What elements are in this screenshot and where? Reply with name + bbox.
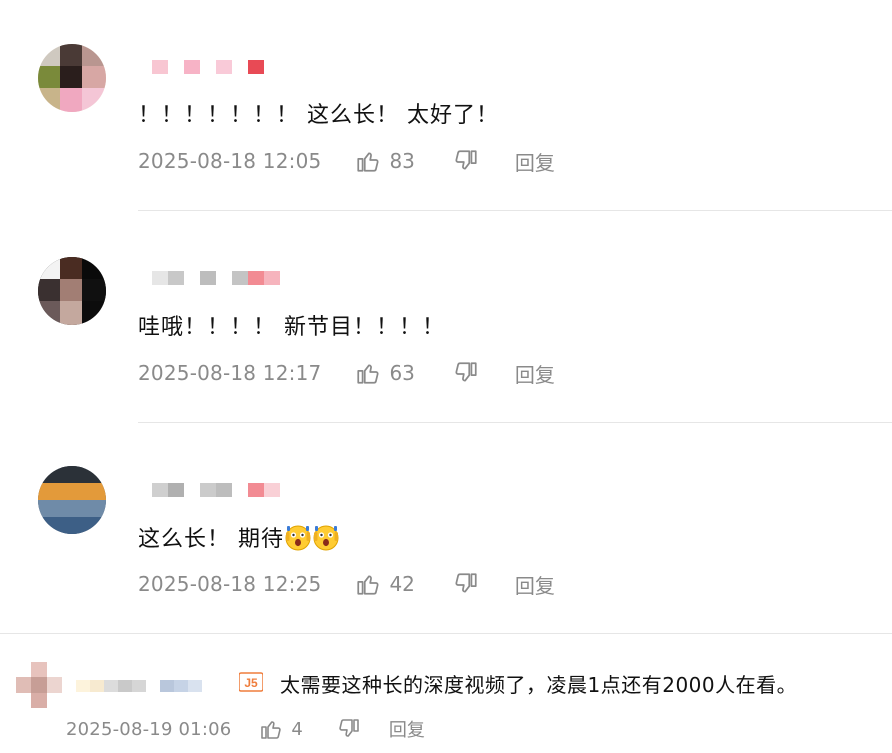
svg-text:J5: J5 — [244, 676, 258, 690]
comment-text: 这么长！ 期待 — [138, 523, 340, 555]
like-count: 83 — [389, 149, 415, 173]
thumbs-up-icon — [261, 721, 282, 739]
like-button[interactable]: 4 — [259, 717, 303, 741]
avatar-image — [38, 257, 106, 325]
thumbs-up-icon — [357, 364, 379, 384]
like-button[interactable]: 83 — [355, 148, 415, 174]
name-pixel — [248, 483, 264, 497]
name-pixel — [146, 680, 160, 692]
name-pixel — [168, 271, 184, 285]
divider — [138, 422, 892, 423]
comment-text: 哇哦！！！！ 新节目！！！！ — [138, 315, 445, 340]
divider — [138, 210, 892, 211]
avatar[interactable] — [38, 466, 106, 534]
shocked-emoji-icon — [285, 525, 311, 551]
dislike-button[interactable] — [337, 717, 361, 741]
name-pixel — [184, 271, 200, 285]
reply-button[interactable]: 回复 — [515, 570, 555, 599]
comment-meta: 2025-08-18 12:17 63 回复 — [138, 359, 555, 387]
name-pixel — [232, 60, 248, 74]
name-pixel — [216, 60, 232, 74]
comment-text: ！！！！！！！ 这么长！ 太好了！ — [138, 103, 499, 128]
dislike-button[interactable] — [453, 571, 479, 597]
avatar-image — [38, 466, 106, 534]
name-pixel — [168, 483, 184, 497]
name-pixel — [90, 680, 104, 692]
name-pixel — [160, 680, 174, 692]
user-name[interactable] — [152, 483, 280, 497]
avatar[interactable] — [38, 44, 106, 112]
name-pixel — [200, 483, 216, 497]
like-button[interactable]: 63 — [355, 360, 415, 386]
level-badge-icon: J5 — [239, 672, 263, 692]
thumbs-down-icon — [455, 362, 477, 382]
like-count: 4 — [291, 718, 303, 740]
thumbs-up-icon — [357, 152, 379, 172]
name-pixel — [200, 60, 216, 74]
name-pixel — [184, 483, 200, 497]
name-pixel — [152, 60, 168, 74]
like-button[interactable]: 42 — [355, 571, 415, 597]
like-count: 42 — [389, 572, 415, 596]
name-pixel — [152, 483, 168, 497]
name-pixel — [264, 483, 280, 497]
comment-meta: 2025-08-19 01:06 4 回复 — [66, 715, 425, 743]
name-pixel — [168, 60, 184, 74]
comment-text-content: 这么长！ 期待 — [138, 527, 284, 552]
avatar[interactable] — [38, 257, 106, 325]
name-pixel — [104, 680, 118, 692]
comment-meta: 2025-08-18 12:05 83 回复 — [138, 147, 555, 175]
comment-time: 2025-08-19 01:06 — [66, 718, 232, 740]
comment-time: 2025-08-18 12:05 — [138, 149, 322, 173]
dislike-button[interactable] — [453, 148, 479, 174]
thumbs-down-icon — [339, 719, 359, 737]
comment-time: 2025-08-18 12:17 — [138, 361, 322, 385]
thumbs-down-icon — [455, 150, 477, 170]
name-pixel — [232, 483, 248, 497]
name-pixel — [184, 60, 200, 74]
name-pixel — [200, 271, 216, 285]
name-pixel — [248, 60, 264, 74]
avatar-image — [16, 662, 62, 708]
thumbs-down-icon — [455, 573, 477, 593]
reply-button[interactable]: 回复 — [389, 716, 425, 742]
name-pixel — [248, 271, 264, 285]
reply-button[interactable]: 回复 — [515, 147, 555, 176]
user-name[interactable] — [152, 271, 280, 285]
name-pixel — [264, 271, 280, 285]
name-pixel — [216, 271, 232, 285]
name-pixel — [188, 680, 202, 692]
shocked-emoji-icon — [313, 525, 339, 551]
user-name[interactable] — [152, 60, 264, 74]
name-pixel — [174, 680, 188, 692]
user-name[interactable] — [76, 680, 202, 692]
dislike-button[interactable] — [453, 360, 479, 386]
comment-meta: 2025-08-18 12:25 42 回复 — [138, 570, 555, 598]
comment-text: 太需要这种长的深度视频了，凌晨1点还有2000人在看。 — [280, 673, 798, 697]
name-pixel — [152, 271, 168, 285]
avatar-image — [38, 44, 106, 112]
comment-time: 2025-08-18 12:25 — [138, 572, 322, 596]
avatar[interactable] — [16, 662, 62, 708]
name-pixel — [132, 680, 146, 692]
like-count: 63 — [389, 361, 415, 385]
thumbs-up-icon — [357, 575, 379, 595]
name-pixel — [76, 680, 90, 692]
name-pixel — [232, 271, 248, 285]
name-pixel — [216, 483, 232, 497]
divider — [0, 633, 892, 634]
reply-button[interactable]: 回复 — [515, 359, 555, 388]
name-pixel — [118, 680, 132, 692]
